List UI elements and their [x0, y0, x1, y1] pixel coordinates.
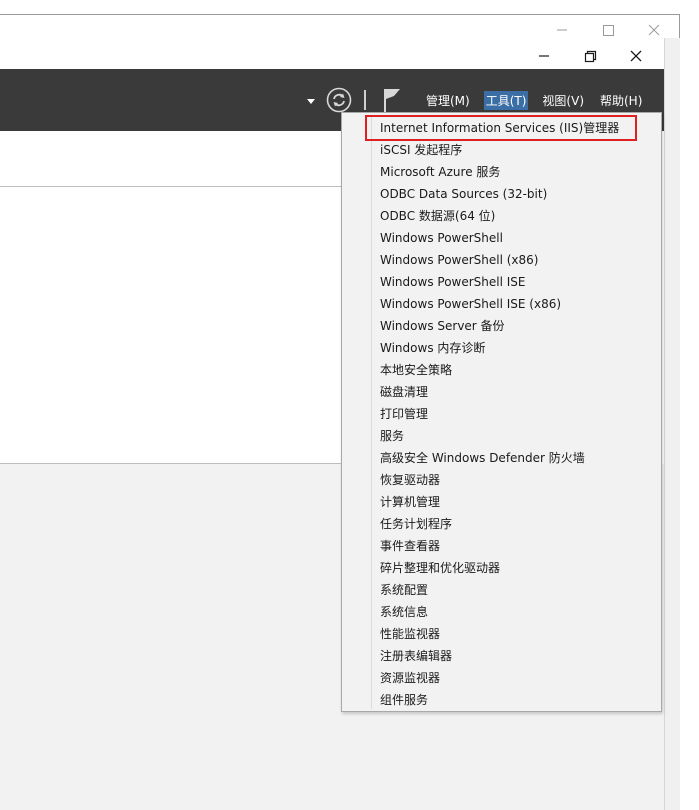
menu-item-registry-editor[interactable]: 注册表编辑器 [380, 645, 660, 667]
menu-manage[interactable]: 管理(M) [424, 91, 472, 110]
toolbar-divider [364, 90, 366, 110]
minimize-icon[interactable] [551, 20, 573, 40]
pane-divider-top [0, 186, 342, 187]
menu-item-powershell[interactable]: Windows PowerShell [380, 227, 660, 249]
menu-item-local-security-policy[interactable]: 本地安全策略 [380, 359, 660, 381]
notification-flag-icon[interactable] [382, 87, 404, 113]
menu-help[interactable]: 帮助(H) [598, 91, 644, 110]
menu-item-server-backup[interactable]: Windows Server 备份 [380, 315, 660, 337]
menu-item-event-viewer[interactable]: 事件查看器 [380, 535, 660, 557]
menu-bar: 管理(M) 工具(T) 视图(V) 帮助(H) [424, 90, 644, 110]
menu-item-odbc-32[interactable]: ODBC Data Sources (32-bit) [380, 183, 660, 205]
menu-item-defragment[interactable]: 碎片整理和优化驱动器 [380, 557, 660, 579]
restore-icon[interactable] [579, 46, 601, 66]
menu-item-system-configuration[interactable]: 系统配置 [380, 579, 660, 601]
menu-view[interactable]: 视图(V) [540, 91, 586, 110]
header-toolbar: 管理(M) 工具(T) 视图(V) 帮助(H) [306, 87, 644, 113]
tools-dropdown-menu: Internet Information Services (IIS)管理器 i… [341, 112, 662, 712]
menu-item-performance-monitor[interactable]: 性能监视器 [380, 623, 660, 645]
minimize-icon[interactable] [533, 46, 555, 66]
inner-window-controls [533, 46, 647, 66]
menu-item-recovery-drive[interactable]: 恢复驱动器 [380, 469, 660, 491]
menu-icon-gutter [371, 115, 372, 709]
menu-item-memory-diagnostic[interactable]: Windows 内存诊断 [380, 337, 660, 359]
menu-item-services[interactable]: 服务 [380, 425, 660, 447]
menu-item-iscsi-initiator[interactable]: iSCSI 发起程序 [380, 139, 660, 161]
menu-item-computer-management[interactable]: 计算机管理 [380, 491, 660, 513]
menu-item-defender-firewall[interactable]: 高级安全 Windows Defender 防火墙 [380, 447, 660, 469]
refresh-icon[interactable] [326, 87, 352, 113]
outer-window-controls [551, 20, 665, 40]
menu-tools[interactable]: 工具(T) [483, 90, 529, 110]
menu-item-disk-cleanup[interactable]: 磁盘清理 [380, 381, 660, 403]
menu-item-system-information[interactable]: 系统信息 [380, 601, 660, 623]
maximize-icon[interactable] [597, 20, 619, 40]
tools-menu-list: Internet Information Services (IIS)管理器 i… [380, 117, 660, 711]
menu-item-task-scheduler[interactable]: 任务计划程序 [380, 513, 660, 535]
menu-item-powershell-x86[interactable]: Windows PowerShell (x86) [380, 249, 660, 271]
window-right-edge [664, 38, 680, 810]
menu-item-azure-services[interactable]: Microsoft Azure 服务 [380, 161, 660, 183]
menu-item-powershell-ise[interactable]: Windows PowerShell ISE [380, 271, 660, 293]
menu-item-resource-monitor[interactable]: 资源监视器 [380, 667, 660, 689]
close-icon[interactable] [625, 46, 647, 66]
dropdown-arrow-icon[interactable] [306, 95, 316, 105]
close-icon[interactable] [643, 20, 665, 40]
menu-item-component-services[interactable]: 组件服务 [380, 689, 660, 711]
menu-item-odbc-64[interactable]: ODBC 数据源(64 位) [380, 205, 660, 227]
menu-item-powershell-ise-x86[interactable]: Windows PowerShell ISE (x86) [380, 293, 660, 315]
menu-item-print-management[interactable]: 打印管理 [380, 403, 660, 425]
highlight-box [365, 115, 637, 141]
